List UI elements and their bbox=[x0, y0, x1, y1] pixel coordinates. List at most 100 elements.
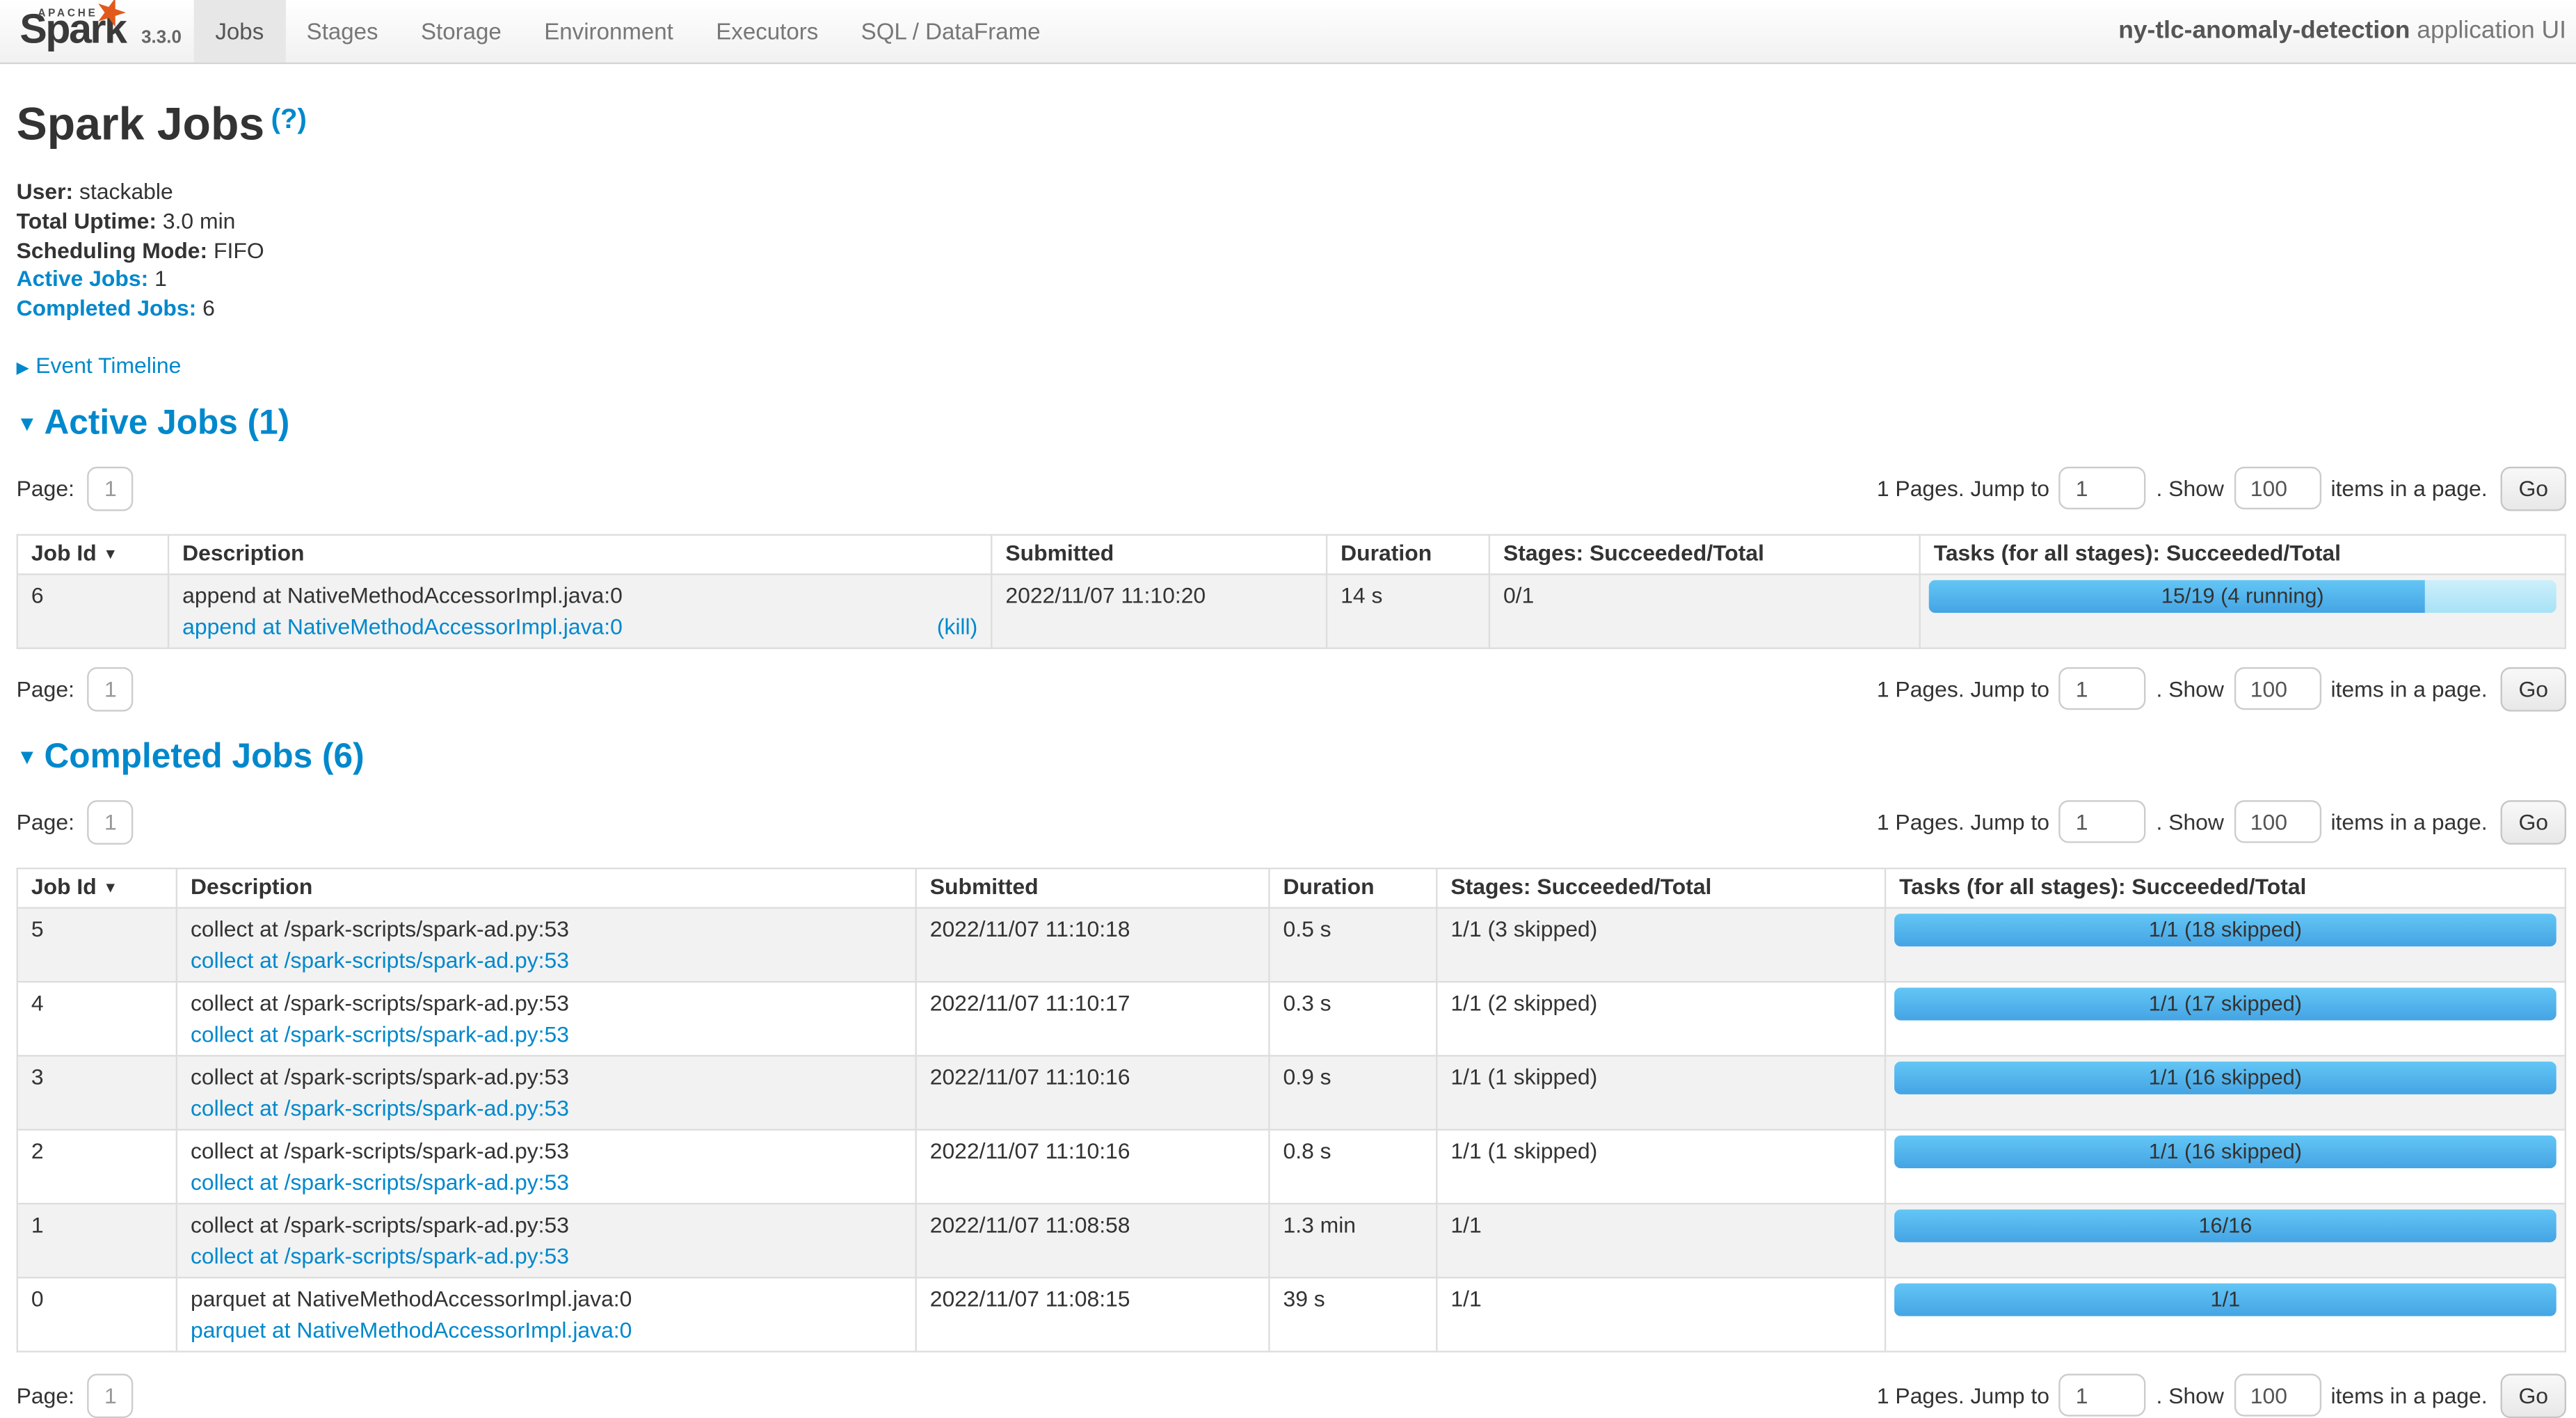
active-jobs-link[interactable]: Active Jobs: bbox=[17, 267, 149, 292]
tasks-cell: 1/1 bbox=[1885, 1277, 2566, 1351]
table-row: 6 append at NativeMethodAccessorImpl.jav… bbox=[17, 574, 2566, 648]
col-description[interactable]: Description bbox=[168, 535, 991, 575]
table-row: 5 collect at /spark-scripts/spark-ad.py:… bbox=[17, 908, 2566, 982]
pagination-row: Page: 1 1 Pages. Jump to . Show items in… bbox=[17, 800, 2566, 845]
tasks-cell: 1/1 (16 skipped) bbox=[1885, 1055, 2566, 1129]
pages-jump-text: 1 Pages. Jump to bbox=[1877, 1384, 2049, 1408]
job-id-cell: 6 bbox=[17, 574, 168, 648]
col-stages[interactable]: Stages: Succeeded/Total bbox=[1489, 535, 1920, 575]
col-job-id[interactable]: Job Id▼ bbox=[17, 868, 177, 908]
spark-logo[interactable]: Spark APACHE ★ 3.3.0 bbox=[17, 0, 188, 63]
spark-version: 3.3.0 bbox=[141, 28, 182, 47]
tab-storage[interactable]: Storage bbox=[399, 0, 522, 63]
col-stages[interactable]: Stages: Succeeded/Total bbox=[1437, 868, 1885, 908]
pagination-row: Page: 1 1 Pages. Jump to . Show items in… bbox=[17, 1373, 2566, 1418]
duration-cell: 0.9 s bbox=[1269, 1055, 1437, 1129]
chevron-right-icon: ▶ bbox=[17, 360, 29, 378]
go-button[interactable]: Go bbox=[2500, 467, 2566, 511]
jump-to-page-input[interactable] bbox=[2059, 801, 2146, 843]
duration-cell: 39 s bbox=[1269, 1277, 1437, 1351]
submitted-cell: 2022/11/07 11:10:20 bbox=[991, 574, 1327, 648]
submitted-cell: 2022/11/07 11:08:58 bbox=[916, 1204, 1270, 1277]
tab-stages[interactable]: Stages bbox=[285, 0, 399, 63]
tasks-cell: 1/1 (16 skipped) bbox=[1885, 1130, 2566, 1204]
task-progress-bar: 1/1 (17 skipped) bbox=[1894, 987, 2557, 1020]
pagination-controls: 1 Pages. Jump to . Show items in a page.… bbox=[1877, 800, 2566, 845]
job-detail-link[interactable]: append at NativeMethodAccessorImpl.java:… bbox=[182, 614, 623, 639]
items-text: items in a page. bbox=[2330, 677, 2487, 701]
submitted-cell: 2022/11/07 11:10:18 bbox=[916, 908, 1270, 982]
stages-cell: 1/1 bbox=[1437, 1204, 1885, 1277]
go-button[interactable]: Go bbox=[2500, 800, 2566, 845]
job-detail-link[interactable]: collect at /spark-scripts/spark-ad.py:53 bbox=[191, 1244, 569, 1268]
show-text: . Show bbox=[2156, 1384, 2223, 1408]
completed-jobs-heading[interactable]: ▼Completed Jobs (6) bbox=[17, 738, 2566, 777]
items-per-page-input[interactable] bbox=[2234, 668, 2321, 710]
col-job-id[interactable]: Job Id▼ bbox=[17, 535, 168, 575]
job-detail-link[interactable]: collect at /spark-scripts/spark-ad.py:53 bbox=[191, 1170, 569, 1194]
stages-cell: 1/1 (2 skipped) bbox=[1437, 982, 1885, 1055]
jump-to-page-input[interactable] bbox=[2059, 668, 2146, 710]
description-cell: collect at /spark-scripts/spark-ad.py:53… bbox=[177, 908, 916, 982]
items-text: items in a page. bbox=[2330, 810, 2487, 834]
summary-user: User: stackable bbox=[17, 177, 2566, 207]
task-progress-label: 1/1 bbox=[1894, 1283, 2557, 1316]
current-page-indicator: 1 bbox=[88, 1373, 134, 1418]
col-duration[interactable]: Duration bbox=[1327, 535, 1489, 575]
tab-jobs[interactable]: Jobs bbox=[194, 0, 285, 63]
summary-active-jobs: Active Jobs: 1 bbox=[17, 265, 2566, 294]
col-duration[interactable]: Duration bbox=[1269, 868, 1437, 908]
job-id-cell: 1 bbox=[17, 1204, 177, 1277]
task-progress-bar: 16/16 bbox=[1894, 1209, 2557, 1242]
job-detail-link[interactable]: collect at /spark-scripts/spark-ad.py:53 bbox=[191, 948, 569, 973]
tasks-cell: 16/16 bbox=[1885, 1204, 2566, 1277]
task-progress-bar: 1/1 (16 skipped) bbox=[1894, 1136, 2557, 1168]
help-link[interactable]: (?) bbox=[271, 104, 307, 135]
application-title: ny-tlc-anomaly-detection application UI bbox=[2118, 0, 2566, 63]
kill-link[interactable]: (kill) bbox=[937, 614, 977, 639]
event-timeline-toggle[interactable]: ▶ Event Timeline bbox=[17, 353, 2566, 378]
tab-environment[interactable]: Environment bbox=[523, 0, 695, 63]
col-description[interactable]: Description bbox=[177, 868, 916, 908]
page-label: Page: bbox=[17, 810, 74, 834]
job-detail-link[interactable]: collect at /spark-scripts/spark-ad.py:53 bbox=[191, 1022, 569, 1046]
stages-cell: 0/1 bbox=[1489, 574, 1920, 648]
show-text: . Show bbox=[2156, 477, 2223, 501]
job-id-cell: 3 bbox=[17, 1055, 177, 1129]
pagination-controls: 1 Pages. Jump to . Show items in a page.… bbox=[1877, 467, 2566, 511]
application-suffix: application UI bbox=[2410, 17, 2566, 45]
items-text: items in a page. bbox=[2330, 477, 2487, 501]
page-label: Page: bbox=[17, 477, 74, 501]
job-id-cell: 4 bbox=[17, 982, 177, 1055]
completed-jobs-table: Job Id▼ Description Submitted Duration S… bbox=[17, 868, 2566, 1353]
description-cell: collect at /spark-scripts/spark-ad.py:53… bbox=[177, 1130, 916, 1204]
task-progress-bar: 15/19 (4 running) bbox=[1929, 580, 2557, 613]
pagination-row: Page: 1 1 Pages. Jump to . Show items in… bbox=[17, 667, 2566, 712]
items-per-page-input[interactable] bbox=[2234, 468, 2321, 510]
completed-jobs-link[interactable]: Completed Jobs: bbox=[17, 296, 197, 321]
submitted-cell: 2022/11/07 11:10:16 bbox=[916, 1055, 1270, 1129]
go-button[interactable]: Go bbox=[2500, 1373, 2566, 1418]
col-submitted[interactable]: Submitted bbox=[991, 535, 1327, 575]
items-per-page-input[interactable] bbox=[2234, 801, 2321, 843]
active-jobs-heading[interactable]: ▼Active Jobs (1) bbox=[17, 404, 2566, 444]
col-submitted[interactable]: Submitted bbox=[916, 868, 1270, 908]
items-per-page-input[interactable] bbox=[2234, 1375, 2321, 1417]
event-timeline-label: Event Timeline bbox=[35, 353, 181, 378]
summary-scheduling-mode: Scheduling Mode: FIFO bbox=[17, 236, 2566, 265]
jump-to-page-input[interactable] bbox=[2059, 468, 2146, 510]
tab-sql-dataframe[interactable]: SQL / DataFrame bbox=[840, 0, 1062, 63]
description-cell: collect at /spark-scripts/spark-ad.py:53… bbox=[177, 982, 916, 1055]
tab-executors[interactable]: Executors bbox=[695, 0, 840, 63]
job-detail-link[interactable]: collect at /spark-scripts/spark-ad.py:53 bbox=[191, 1096, 569, 1120]
nav-tabs: Jobs Stages Storage Environment Executor… bbox=[194, 0, 1062, 63]
jump-to-page-input[interactable] bbox=[2059, 1375, 2146, 1417]
table-header-row: Job Id▼ Description Submitted Duration S… bbox=[17, 868, 2566, 908]
job-detail-link[interactable]: parquet at NativeMethodAccessorImpl.java… bbox=[191, 1318, 632, 1342]
go-button[interactable]: Go bbox=[2500, 667, 2566, 712]
col-tasks[interactable]: Tasks (for all stages): Succeeded/Total bbox=[1885, 868, 2566, 908]
application-name: ny-tlc-anomaly-detection bbox=[2118, 17, 2410, 45]
col-tasks[interactable]: Tasks (for all stages): Succeeded/Total bbox=[1920, 535, 2566, 575]
current-page-indicator: 1 bbox=[88, 667, 134, 712]
task-progress-bar: 1/1 (18 skipped) bbox=[1894, 914, 2557, 946]
